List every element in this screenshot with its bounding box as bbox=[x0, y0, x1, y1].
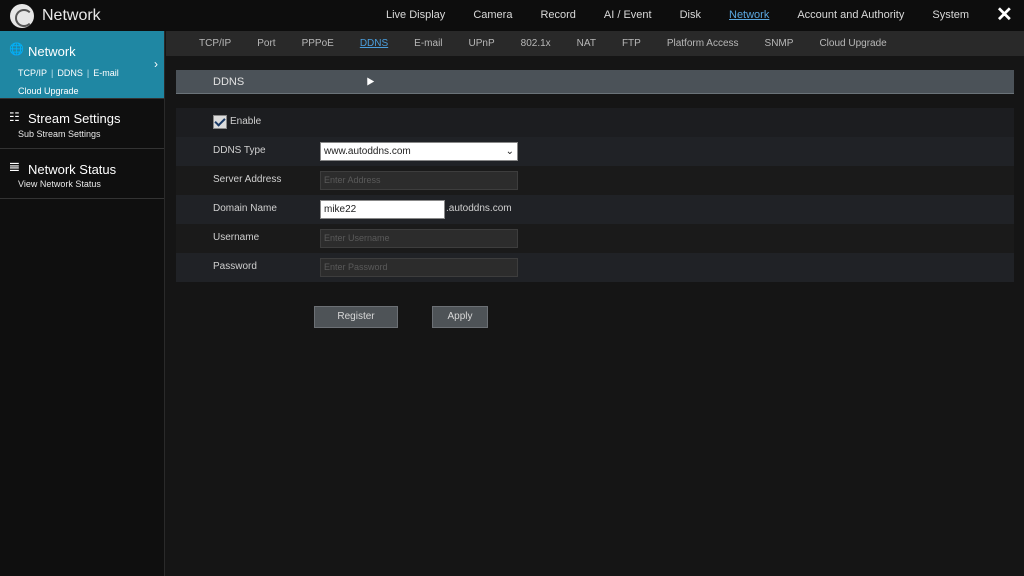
separator: | bbox=[51, 68, 54, 78]
nav-camera[interactable]: Camera bbox=[459, 0, 526, 31]
sidebar-link-sub-stream[interactable]: Sub Stream Settings bbox=[18, 129, 101, 139]
tab-8021x[interactable]: 802.1x bbox=[508, 31, 564, 56]
tab-tcpip[interactable]: TCP/IP bbox=[186, 31, 244, 56]
enable-label: Enable bbox=[230, 116, 262, 127]
tab-ddns[interactable]: DDNS bbox=[347, 31, 401, 56]
app-title: Network bbox=[42, 7, 101, 24]
ddns-type-select[interactable]: www.autoddns.com ⌄ bbox=[320, 142, 518, 161]
username-label: Username bbox=[213, 232, 260, 243]
domain-name-label: Domain Name bbox=[213, 203, 277, 214]
domain-name-input[interactable]: mike22 bbox=[320, 200, 445, 219]
form-row-domain-name: Domain Name mike22 .autoddns.com bbox=[176, 195, 1014, 224]
password-label: Password bbox=[213, 261, 257, 272]
form-row-password: Password Enter Password bbox=[176, 253, 1014, 282]
nav-live-display[interactable]: Live Display bbox=[372, 0, 459, 31]
separator: | bbox=[86, 68, 90, 78]
sidebar-section-status[interactable]: 𝌆 Network Status View Network Status bbox=[0, 149, 164, 199]
server-address-label: Server Address bbox=[213, 174, 282, 185]
form-row-server-address: Server Address Enter Address bbox=[176, 166, 1014, 195]
enable-checkbox[interactable] bbox=[213, 115, 227, 129]
nav-disk[interactable]: Disk bbox=[666, 0, 715, 31]
top-bar: Network Live Display Camera Record AI / … bbox=[0, 0, 1024, 31]
tab-cloud-upgrade[interactable]: Cloud Upgrade bbox=[806, 31, 899, 56]
domain-suffix: .autoddns.com bbox=[446, 203, 512, 214]
sidebar-section-network[interactable]: 🌐 Network TCP/IP | DDNS | E-mail Cloud Upgra… bbox=[0, 31, 164, 99]
sidebar-links: TCP/IP | DDNS | E-mail Cloud Upgrade bbox=[18, 64, 158, 100]
grid-icon: ☷ bbox=[9, 110, 20, 124]
sidebar-link-tcpip[interactable]: TCP/IP bbox=[18, 68, 47, 78]
tab-ftp[interactable]: FTP bbox=[609, 31, 654, 56]
apply-button[interactable]: Apply bbox=[432, 306, 488, 328]
sub-tabs: TCP/IP Port PPPoE DDNS E-mail UPnP 802.1… bbox=[166, 31, 1024, 56]
close-icon[interactable]: ✕ bbox=[996, 5, 1013, 25]
tab-snmp[interactable]: SNMP bbox=[752, 31, 807, 56]
form-row-ddns-type: DDNS Type www.autoddns.com ⌄ bbox=[176, 137, 1014, 166]
form-row-enable: Enable bbox=[176, 108, 1014, 137]
sidebar: 🌐 Network TCP/IP | DDNS | E-mail Cloud Upgra… bbox=[0, 31, 165, 576]
tab-nat[interactable]: NAT bbox=[564, 31, 609, 56]
nav-record[interactable]: Record bbox=[526, 0, 589, 31]
sidebar-title-status: Network Status bbox=[28, 162, 117, 177]
tab-port[interactable]: Port bbox=[244, 31, 288, 56]
sidebar-link-ddns[interactable]: DDNS bbox=[57, 68, 83, 78]
server-address-input[interactable]: Enter Address bbox=[320, 171, 518, 190]
tab-email[interactable]: E-mail bbox=[401, 31, 455, 56]
section-header: DDNS bbox=[176, 70, 1014, 94]
sidebar-section-stream[interactable]: ☷ Stream Settings Sub Stream Settings bbox=[0, 99, 164, 149]
button-bar: Register Apply bbox=[176, 306, 1014, 330]
sidebar-link-cloud-upgrade[interactable]: Cloud Upgrade bbox=[18, 86, 79, 96]
top-nav: Live Display Camera Record AI / Event Di… bbox=[372, 0, 983, 31]
sidebar-title-stream: Stream Settings bbox=[28, 111, 121, 126]
form-row-username: Username Enter Username bbox=[176, 224, 1014, 253]
register-button[interactable]: Register bbox=[314, 306, 398, 328]
tab-pppoe[interactable]: PPPoE bbox=[289, 31, 347, 56]
logo-icon bbox=[10, 4, 34, 28]
tab-upnp[interactable]: UPnP bbox=[456, 31, 508, 56]
username-input[interactable]: Enter Username bbox=[320, 229, 518, 248]
main-content: DDNS Enable DDNS Type www.autoddns.com ⌄… bbox=[176, 70, 1014, 328]
nav-ai-event[interactable]: AI / Event bbox=[590, 0, 666, 31]
nav-system[interactable]: System bbox=[918, 0, 983, 31]
sidebar-link-email[interactable]: E-mail bbox=[93, 68, 119, 78]
chevron-right-icon: › bbox=[154, 57, 158, 71]
nav-network[interactable]: Network bbox=[715, 0, 783, 31]
ddns-type-label: DDNS Type bbox=[213, 145, 266, 156]
chevron-down-icon: ⌄ bbox=[505, 146, 514, 157]
ddns-form: Enable DDNS Type www.autoddns.com ⌄ Serv… bbox=[176, 108, 1014, 282]
nav-account-authority[interactable]: Account and Authority bbox=[783, 0, 918, 31]
globe-icon: 🌐 bbox=[9, 42, 24, 56]
password-input[interactable]: Enter Password bbox=[320, 258, 518, 277]
ddns-type-value: www.autoddns.com bbox=[324, 146, 411, 157]
signal-bars-icon: 𝌆 bbox=[9, 160, 20, 174]
tab-platform-access[interactable]: Platform Access bbox=[654, 31, 752, 56]
sidebar-title-network: Network bbox=[28, 44, 76, 59]
sidebar-link-view-status[interactable]: View Network Status bbox=[18, 179, 101, 189]
